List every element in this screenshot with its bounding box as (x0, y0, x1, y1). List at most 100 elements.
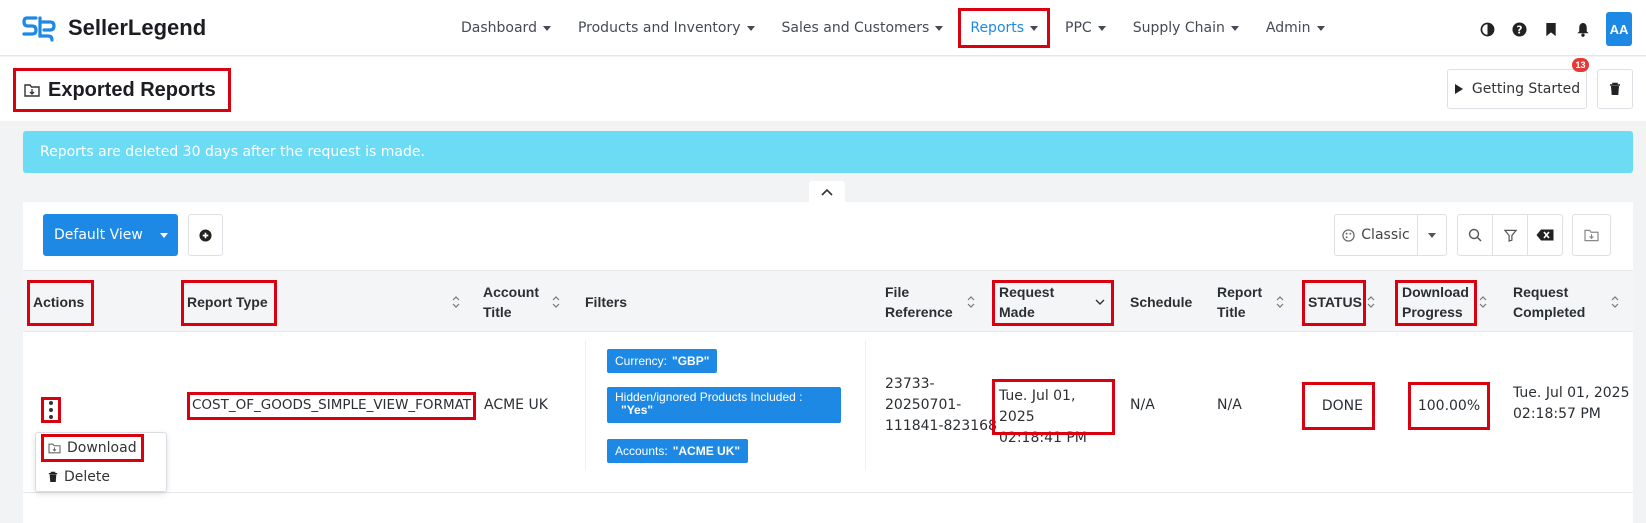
nav-admin[interactable]: Admin (1257, 11, 1334, 45)
nav-products-inventory-label: Products and Inventory (577, 20, 741, 36)
layout-classic-button[interactable]: Classic (1335, 215, 1418, 255)
caret-down-icon (160, 232, 168, 238)
nav-sales-customers[interactable]: Sales and Customers (773, 11, 953, 45)
nav-sales-customers-label: Sales and Customers (781, 20, 930, 36)
nav-supply-chain-label: Supply Chain (1132, 20, 1225, 36)
caret-down-icon (746, 25, 755, 31)
highlight-status-header (1302, 280, 1366, 326)
row-actions-dropdown: Download Delete (35, 432, 167, 492)
search-button[interactable] (1458, 215, 1493, 255)
file-reference-line: 20250701- (885, 397, 962, 413)
nav-dashboard[interactable]: Dashboard (452, 11, 560, 45)
caret-down-icon (1230, 25, 1239, 31)
bell-icon[interactable] (1574, 20, 1592, 38)
column-filters: Filters (585, 271, 627, 333)
nav-utility-icons: ? AA (1478, 12, 1632, 46)
nav-supply-chain[interactable]: Supply Chain (1124, 11, 1248, 45)
download-progress-cell: 100.00% (1408, 382, 1490, 430)
filter-icon (1503, 229, 1517, 242)
nav-products-inventory[interactable]: Products and Inventory (569, 11, 764, 45)
highlight-download-progress-header (1395, 280, 1477, 326)
getting-started-label: Getting Started (1471, 81, 1581, 97)
backspace-icon (1536, 229, 1554, 241)
request-made-cell: Tue. Jul 01, 2025 02:18:41 PM (992, 379, 1115, 446)
highlight-actions-header (27, 280, 94, 326)
sort-icon[interactable] (1479, 295, 1487, 309)
getting-started-button[interactable]: Getting Started (1447, 69, 1587, 109)
table-toolbar: Default View Classic (23, 202, 1633, 270)
folder-download-icon (48, 443, 61, 453)
help-icon[interactable]: ? (1510, 20, 1528, 38)
delete-menu-label: Delete (64, 469, 110, 485)
contrast-icon[interactable] (1478, 20, 1496, 38)
trash-icon (48, 471, 58, 482)
page-title-text: Exported Reports (48, 78, 216, 101)
column-schedule-label: Schedule (1130, 294, 1193, 310)
kebab-dot-icon (49, 408, 53, 412)
view-dropdown-toggle[interactable] (150, 214, 178, 256)
status-cell: DONE (1302, 382, 1375, 430)
column-report-title-label: Report Title (1217, 284, 1263, 320)
request-completed-time: 02:18:57 PM (1513, 406, 1601, 422)
file-reference-line: 23733- (885, 376, 935, 392)
caret-down-icon (1428, 232, 1436, 238)
table-tools (1457, 214, 1563, 256)
notification-count-badge: 13 (1572, 58, 1589, 72)
sort-icon[interactable] (967, 295, 975, 309)
sort-icon[interactable] (552, 295, 560, 309)
account-title-cell: ACME UK (484, 397, 548, 413)
filter-badge-name: Accounts: (615, 444, 668, 458)
view-selector-button[interactable]: Default View (43, 214, 178, 256)
user-avatar[interactable]: AA (1606, 12, 1632, 46)
delete-menu-item[interactable]: Delete (44, 466, 114, 488)
page-header: Exported Reports Getting Started (0, 57, 1646, 121)
trash-icon (1610, 82, 1620, 95)
caret-down-icon (935, 25, 944, 31)
row-actions-menu-button[interactable] (41, 397, 61, 423)
filter-badge-hidden-products: Hidden/ignored Products Included : "Yes" (607, 387, 841, 423)
row-actions-cell: Download Delete (23, 333, 185, 492)
export-folder-button[interactable] (1572, 214, 1611, 256)
column-account-title-label: Account Title (483, 284, 539, 320)
sellerlegend-logo-icon (22, 16, 56, 42)
filter-button[interactable] (1493, 215, 1528, 255)
table-row: Download Delete COST_OF_GOODS_SIMPLE_VIE… (23, 333, 1633, 493)
chevron-up-icon (821, 188, 833, 196)
column-file-reference[interactable]: File Reference (885, 271, 955, 333)
nav-admin-label: Admin (1265, 20, 1311, 36)
file-reference-line: 111841-823168 (885, 418, 997, 434)
request-completed-date: Tue. Jul 01, 2025 (1513, 385, 1630, 401)
column-divider (585, 341, 586, 471)
palette-icon (1342, 228, 1355, 242)
column-account-title[interactable]: Account Title (483, 271, 553, 333)
add-view-button[interactable] (188, 214, 223, 256)
retention-notice-text: Reports are deleted 30 days after the re… (40, 144, 425, 160)
kebab-dot-icon (49, 415, 53, 419)
table-header: Actions Report Type Account Title Filter… (23, 270, 1633, 332)
highlight-report-type-header (181, 280, 277, 326)
download-menu-item[interactable]: Download (41, 434, 144, 462)
nav-reports[interactable]: Reports (958, 8, 1051, 48)
delete-all-button[interactable] (1597, 69, 1633, 109)
kebab-dot-icon (49, 401, 53, 405)
sort-icon[interactable] (452, 295, 460, 309)
filter-badge-currency: Currency: "GBP" (607, 349, 718, 373)
request-made-date: Tue. Jul 01, 2025 (999, 388, 1076, 425)
play-icon (1454, 84, 1463, 94)
filter-badge-value: "GBP" (672, 354, 710, 368)
caret-down-icon (1030, 25, 1039, 31)
collapse-toggle[interactable] (809, 181, 845, 203)
clear-filters-button[interactable] (1528, 215, 1562, 255)
sort-icon[interactable] (1611, 295, 1619, 309)
report-type-cell: COST_OF_GOODS_SIMPLE_VIEW_FORMAT (186, 392, 477, 420)
brand[interactable]: SellerLegend (22, 14, 206, 42)
nav-ppc[interactable]: PPC (1056, 11, 1115, 45)
layout-dropdown-toggle[interactable] (1418, 215, 1446, 255)
sort-icon[interactable] (1276, 295, 1284, 309)
svg-text:?: ? (1516, 24, 1522, 36)
column-request-completed[interactable]: Request Completed (1513, 271, 1597, 333)
bookmark-icon[interactable] (1542, 20, 1560, 38)
sort-icon[interactable] (1367, 295, 1375, 309)
file-reference-cell: 23733- 20250701- 111841-823168 (885, 374, 997, 437)
column-report-title[interactable]: Report Title (1217, 271, 1273, 333)
